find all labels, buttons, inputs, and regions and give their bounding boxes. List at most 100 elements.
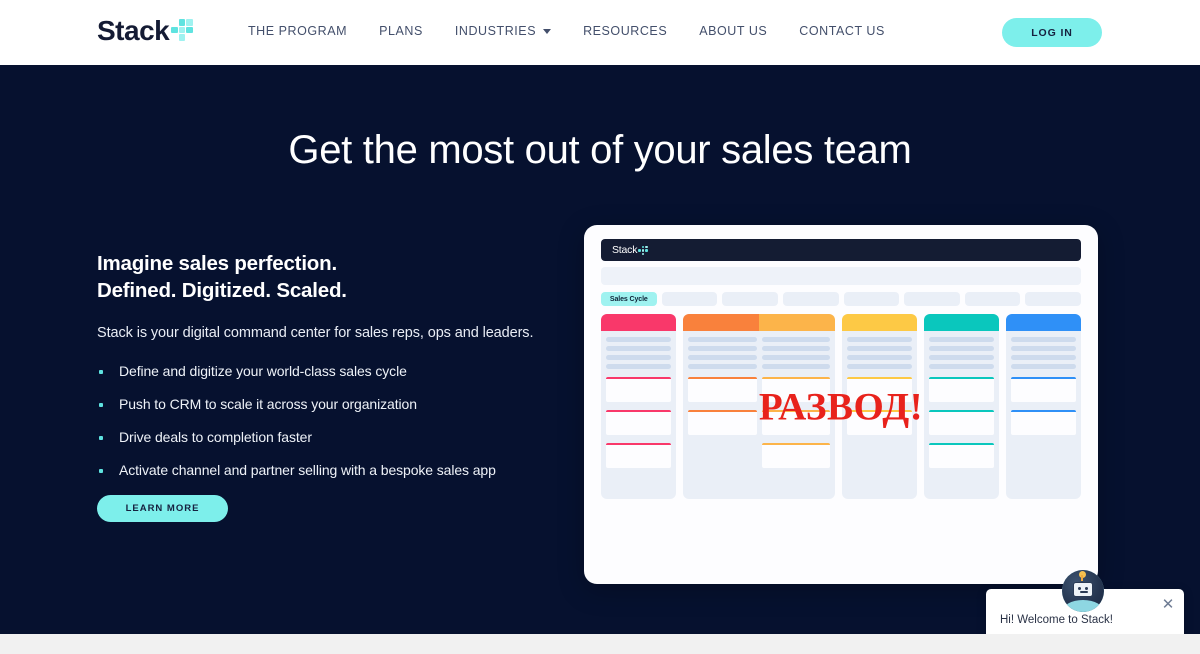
antenna-icon	[1081, 575, 1083, 581]
kanban-card[interactable]	[687, 410, 757, 435]
stack-logo-icon	[171, 19, 193, 41]
learn-more-button[interactable]: LEARN MORE	[97, 495, 228, 522]
mockup-toolbar-placeholder	[601, 267, 1081, 285]
robot-eye-left-icon	[1078, 587, 1081, 590]
login-button[interactable]: LOG IN	[1002, 18, 1102, 47]
kanban-column-header	[924, 314, 1000, 331]
placeholder-line	[761, 337, 831, 342]
kanban-column-body	[601, 331, 676, 468]
kanban-column-body	[1006, 331, 1081, 435]
mockup-app-bar: Stack	[601, 239, 1081, 261]
nav-item-the-program[interactable]: THE PROGRAM	[248, 24, 347, 38]
bullet-text: Drive deals to completion faster	[119, 429, 312, 445]
bullet-square-icon	[99, 370, 103, 374]
kanban-card[interactable]	[1011, 377, 1076, 402]
column-color-band	[842, 314, 918, 331]
close-icon[interactable]: ✕	[1161, 597, 1175, 612]
nav-item-about-us[interactable]: ABOUT US	[699, 24, 767, 38]
kanban-card[interactable]	[606, 377, 671, 402]
list-item: Define and digitize your world-class sal…	[97, 363, 557, 379]
column-color-band	[759, 314, 836, 331]
mockup-tab-active[interactable]: Sales Cycle	[601, 292, 657, 306]
mockup-tab[interactable]	[904, 292, 960, 306]
column-color-band	[1006, 314, 1081, 331]
bullet-text: Define and digitize your world-class sal…	[119, 363, 407, 379]
column-color-band	[601, 314, 676, 331]
list-item: Drive deals to completion faster	[97, 429, 557, 445]
kanban-column-header	[842, 314, 918, 331]
kanban-sub-column	[1011, 337, 1076, 435]
kanban-column-pink-stage[interactable]	[601, 314, 676, 499]
placeholder-line	[606, 346, 671, 351]
nav-item-resources[interactable]: RESOURCES	[583, 24, 667, 38]
column-color-band	[924, 314, 1000, 331]
placeholder-line	[1011, 346, 1076, 351]
kanban-column-teal-stage[interactable]	[924, 314, 1000, 499]
kanban-sub-column	[687, 337, 757, 468]
nav-item-label: THE PROGRAM	[248, 24, 348, 38]
hero-bullet-list: Define and digitize your world-class sal…	[97, 363, 557, 478]
placeholder-line	[1011, 337, 1076, 342]
placeholder-line	[929, 337, 995, 342]
kanban-card[interactable]	[761, 443, 831, 468]
placeholder-line	[606, 337, 671, 342]
stack-logo-icon	[638, 245, 649, 256]
kanban-card[interactable]	[1011, 410, 1076, 435]
kanban-column-body	[924, 331, 999, 468]
robot-face-icon	[1073, 582, 1093, 597]
hero-lead: Imagine sales perfection. Defined. Digit…	[97, 250, 557, 304]
nav-item-label: PLANS	[379, 24, 423, 38]
bullet-square-icon	[99, 403, 103, 407]
placeholder-line	[761, 364, 831, 369]
kanban-board: РАЗВОД!	[601, 314, 1081, 499]
mockup-app-title: Stack	[612, 244, 638, 256]
page-title: Get the most out of your sales team	[288, 128, 912, 172]
mockup-tab-strip: Sales Cycle	[601, 292, 1081, 306]
placeholder-line	[687, 337, 757, 342]
bullet-square-icon	[99, 469, 103, 473]
list-item: Activate channel and partner selling wit…	[97, 462, 557, 478]
nav-item-plans[interactable]: PLANS	[379, 24, 423, 38]
mockup-tab[interactable]	[843, 292, 900, 306]
robot-mouth-icon	[1080, 591, 1088, 593]
app-mockup-card: Stack Sales Cycle РАЗВОД!	[584, 225, 1098, 584]
kanban-card[interactable]	[929, 443, 995, 468]
kanban-column-header	[601, 314, 676, 331]
hero-copy-column: Imagine sales perfection. Defined. Digit…	[97, 250, 557, 522]
kanban-column-header	[682, 314, 836, 331]
hero-lead-line2: Defined. Digitized. Scaled.	[97, 279, 347, 302]
kanban-column-blue-stage[interactable]	[1006, 314, 1081, 499]
kanban-card[interactable]	[606, 443, 671, 468]
nav-item-label: ABOUT US	[699, 24, 768, 38]
bullet-text: Push to CRM to scale it across your orga…	[119, 396, 417, 412]
bullet-square-icon	[99, 436, 103, 440]
robot-eye-right-icon	[1085, 587, 1088, 590]
mockup-tab[interactable]	[782, 292, 839, 306]
mockup-tab[interactable]	[661, 292, 718, 306]
kanban-card[interactable]	[929, 377, 995, 402]
bullet-text: Activate channel and partner selling wit…	[119, 462, 496, 478]
chat-bot-avatar-icon	[1062, 570, 1104, 612]
kanban-card[interactable]	[929, 410, 995, 435]
kanban-card[interactable]	[687, 377, 757, 402]
mockup-tab[interactable]	[722, 292, 778, 306]
mockup-tab[interactable]	[964, 292, 1021, 306]
mockup-tab[interactable]	[1025, 292, 1081, 306]
nav-item-label: RESOURCES	[583, 24, 668, 38]
placeholder-line	[847, 355, 913, 360]
nav-item-contact-us[interactable]: CONTACT US	[799, 24, 885, 38]
kanban-card[interactable]	[606, 410, 671, 435]
kanban-sub-column	[606, 337, 671, 468]
logo[interactable]: Stack	[97, 16, 193, 46]
placeholder-line	[929, 364, 995, 369]
column-color-band	[682, 314, 760, 331]
nav-item-industries[interactable]: INDUSTRIES	[455, 24, 552, 38]
hero-section: Get the most out of your sales team Imag…	[0, 65, 1200, 634]
nav-item-label: CONTACT US	[799, 24, 885, 38]
placeholder-line	[847, 364, 913, 369]
placeholder-line	[606, 355, 671, 360]
placeholder-line	[606, 364, 671, 369]
chat-greeting-text: Hi! Welcome to Stack!	[1000, 614, 1113, 626]
placeholder-line	[687, 355, 757, 360]
placeholder-line	[847, 346, 913, 351]
